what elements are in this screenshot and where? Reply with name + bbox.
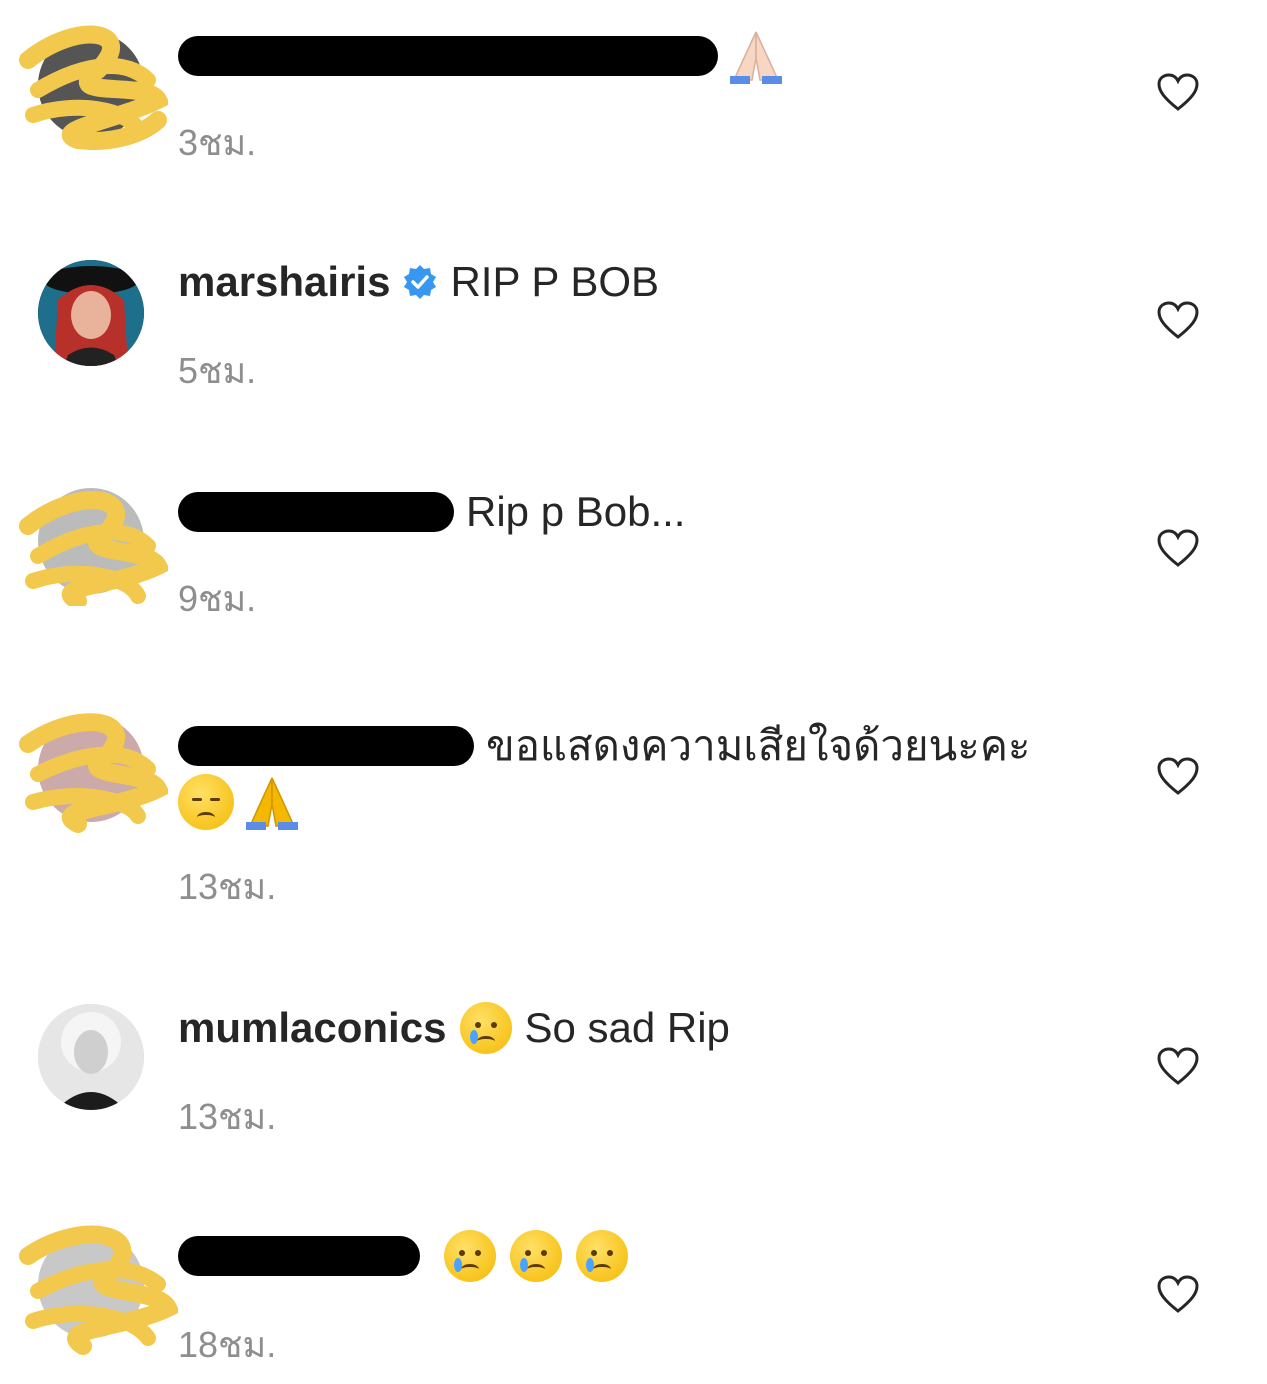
redacted-username xyxy=(178,36,718,76)
comment-line: marshairis RIP P BOB xyxy=(178,256,659,308)
comment-text: Rip p Bob... xyxy=(466,488,686,535)
verified-badge-icon xyxy=(404,265,437,299)
comment-username[interactable]: mumlaconics xyxy=(178,1002,446,1054)
avatar[interactable] xyxy=(38,716,144,822)
comment-username[interactable]: marshairis xyxy=(178,256,390,308)
avatar[interactable] xyxy=(38,1232,144,1338)
comment-timestamp: 9ชม. xyxy=(178,578,257,619)
profile-photo xyxy=(38,260,144,366)
avatar[interactable] xyxy=(38,32,144,138)
comment-timestamp: 13ชม. xyxy=(178,866,277,907)
comment-text: So sad Rip xyxy=(524,1004,730,1051)
comment-line: ขอแสดงความเสียใจด้วยนะคะ xyxy=(178,720,1030,772)
crying-face-emoji xyxy=(444,1230,496,1282)
folded-hands-emoji xyxy=(730,31,782,84)
comment-line xyxy=(178,28,786,84)
comment-line xyxy=(178,1230,628,1282)
comment-text: RIP P BOB xyxy=(450,258,660,305)
redacted-username xyxy=(178,1236,420,1276)
pensive-face-emoji xyxy=(178,774,234,830)
folded-hands-emoji xyxy=(246,777,298,830)
redacted-username xyxy=(178,726,474,766)
heart-outline-icon[interactable] xyxy=(1156,528,1200,568)
avatar[interactable] xyxy=(38,488,144,594)
comment-timestamp: 3ชม. xyxy=(178,122,257,163)
comment-line: mumlaconics So sad Rip xyxy=(178,1002,730,1054)
avatar[interactable] xyxy=(38,1004,144,1110)
emoji-row xyxy=(178,774,302,830)
comment-timestamp: 5ชม. xyxy=(178,350,257,391)
crying-face-emoji xyxy=(510,1230,562,1282)
crying-face-emoji xyxy=(460,1002,513,1054)
comment-timestamp: 18ชม. xyxy=(178,1324,277,1365)
redacted-username xyxy=(178,492,454,532)
comment-text: ขอแสดงความเสียใจด้วยนะคะ xyxy=(486,722,1031,769)
profile-photo xyxy=(38,1004,144,1110)
crying-face-emoji xyxy=(576,1230,628,1282)
heart-outline-icon[interactable] xyxy=(1156,1274,1200,1314)
heart-outline-icon[interactable] xyxy=(1156,1046,1200,1086)
avatar[interactable] xyxy=(38,260,144,366)
heart-outline-icon[interactable] xyxy=(1156,72,1200,112)
heart-outline-icon[interactable] xyxy=(1156,300,1200,340)
comment-timestamp: 13ชม. xyxy=(178,1096,277,1137)
heart-outline-icon[interactable] xyxy=(1156,756,1200,796)
comment-line: Rip p Bob... xyxy=(178,486,685,538)
